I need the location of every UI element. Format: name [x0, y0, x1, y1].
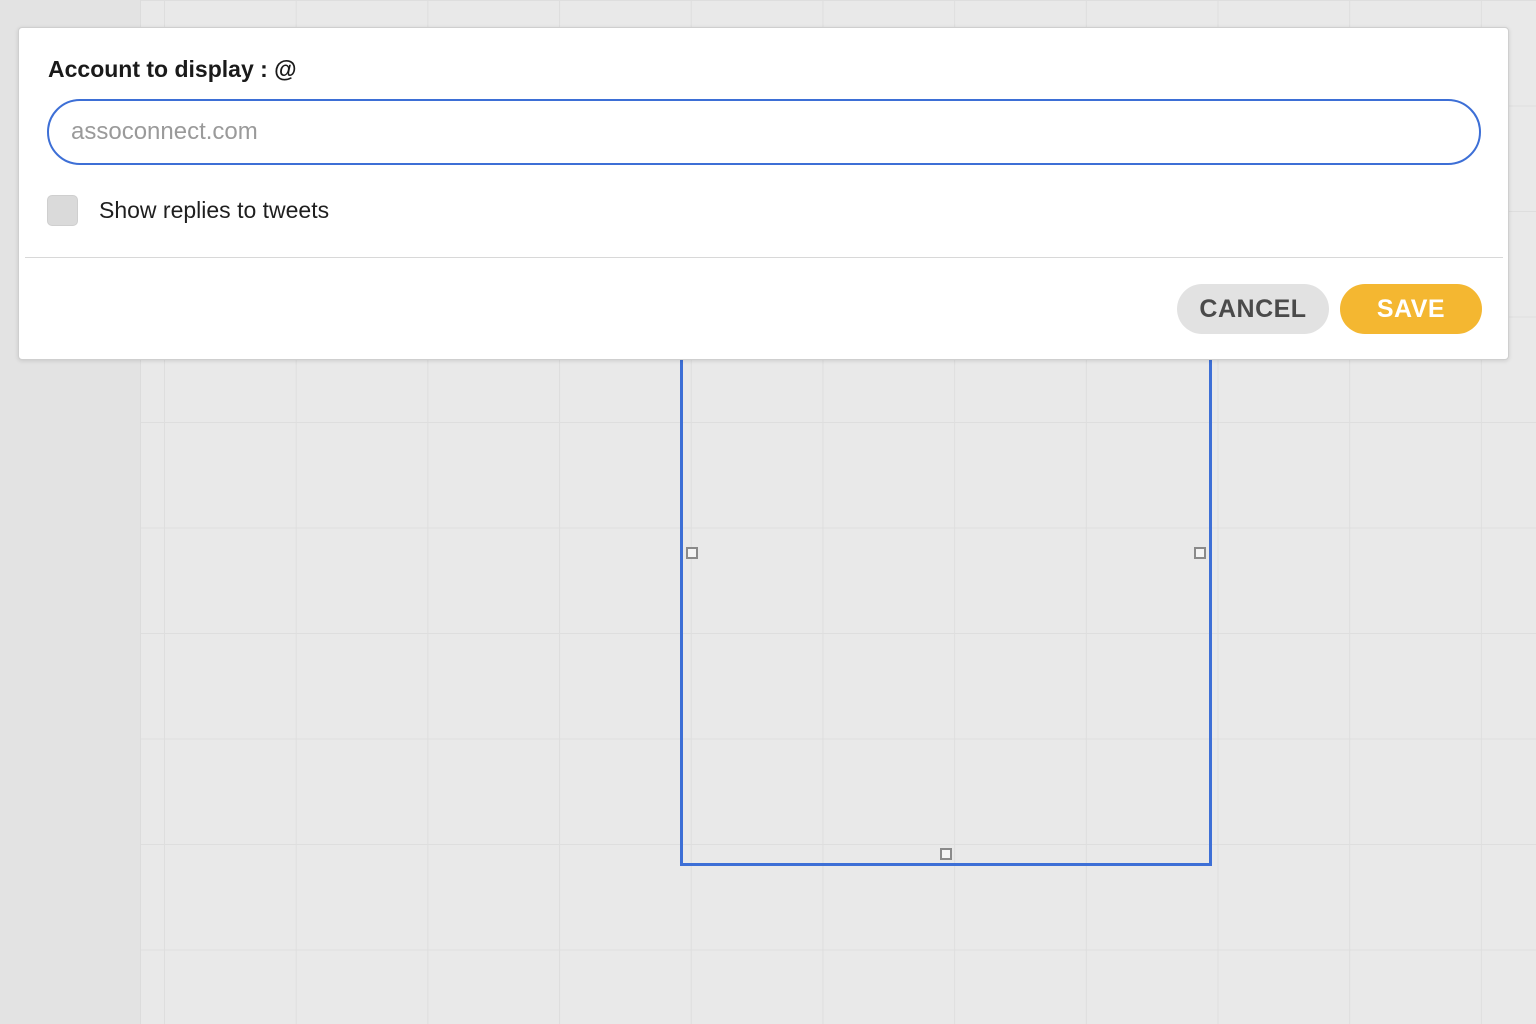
resize-handle-bottom[interactable]	[940, 848, 952, 860]
resize-handle-left[interactable]	[686, 547, 698, 559]
twitter-settings-dialog: Account to display : @ Show replies to t…	[18, 27, 1509, 360]
account-input[interactable]	[47, 99, 1481, 165]
dialog-divider	[25, 257, 1503, 258]
cancel-button[interactable]: CANCEL	[1177, 284, 1329, 334]
resize-handle-right[interactable]	[1194, 547, 1206, 559]
save-button[interactable]: SAVE	[1340, 284, 1482, 334]
show-replies-checkbox[interactable]	[47, 195, 78, 226]
show-replies-option[interactable]: Show replies to tweets	[47, 195, 329, 226]
selected-widget-frame[interactable]	[680, 300, 1212, 866]
account-field-label: Account to display : @	[48, 56, 297, 82]
show-replies-label: Show replies to tweets	[99, 197, 330, 223]
